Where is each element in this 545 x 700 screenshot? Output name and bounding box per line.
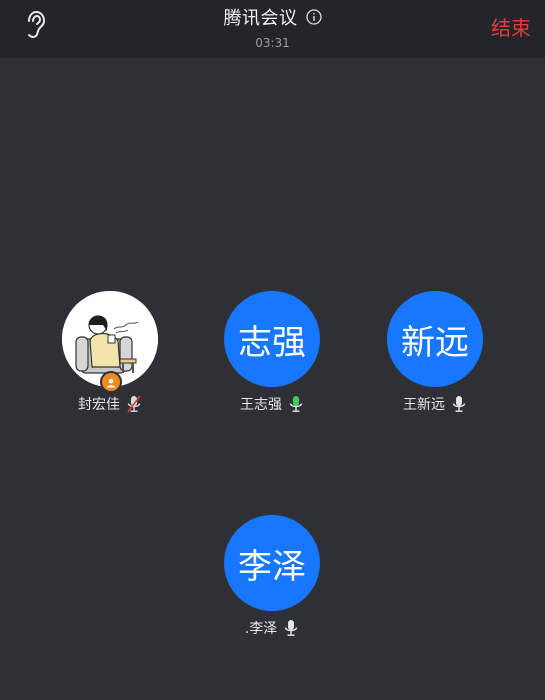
meeting-title: 腾讯会议 <box>223 8 298 29</box>
participant-name: .李泽 <box>244 621 278 637</box>
participant-tile[interactable]: 新远 王新远 <box>365 291 505 414</box>
top-bar: 腾讯会议 03:31 结束 <box>0 0 545 58</box>
participant-name-row: .李泽 <box>245 618 299 638</box>
meeting-title-area: 腾讯会议 03:31 <box>0 4 545 50</box>
mic-icon <box>283 619 299 637</box>
avatar-initials: 志强 <box>238 322 306 363</box>
avatar: 新远 <box>387 291 483 387</box>
participant-name: 王志强 <box>240 397 282 413</box>
info-icon[interactable] <box>305 9 322 25</box>
avatar-initials: 新远 <box>401 322 469 363</box>
participant-tile[interactable]: 志强 王志强 <box>202 291 342 414</box>
participant-name-row: 王新远 <box>403 394 467 414</box>
mic-speaking-icon <box>288 395 304 413</box>
mic-muted-icon <box>126 395 142 413</box>
participant-tile[interactable]: 封宏佳 <box>40 291 180 414</box>
host-badge <box>100 371 122 393</box>
meeting-timer: 03:31 <box>255 36 290 50</box>
mic-icon <box>451 395 467 413</box>
avatar-initials: 李泽 <box>238 546 306 587</box>
participant-tile[interactable]: 李泽 .李泽 <box>202 515 342 638</box>
participant-name: 封宏佳 <box>78 397 120 413</box>
participant-name: 王新远 <box>403 397 445 413</box>
participant-name-row: 王志强 <box>240 394 304 414</box>
avatar <box>62 291 158 393</box>
avatar: 李泽 <box>224 515 320 611</box>
end-meeting-button[interactable]: 结束 <box>491 12 531 41</box>
host-icon <box>106 373 116 392</box>
participant-name-row: 封宏佳 <box>78 394 142 414</box>
avatar: 志强 <box>224 291 320 387</box>
